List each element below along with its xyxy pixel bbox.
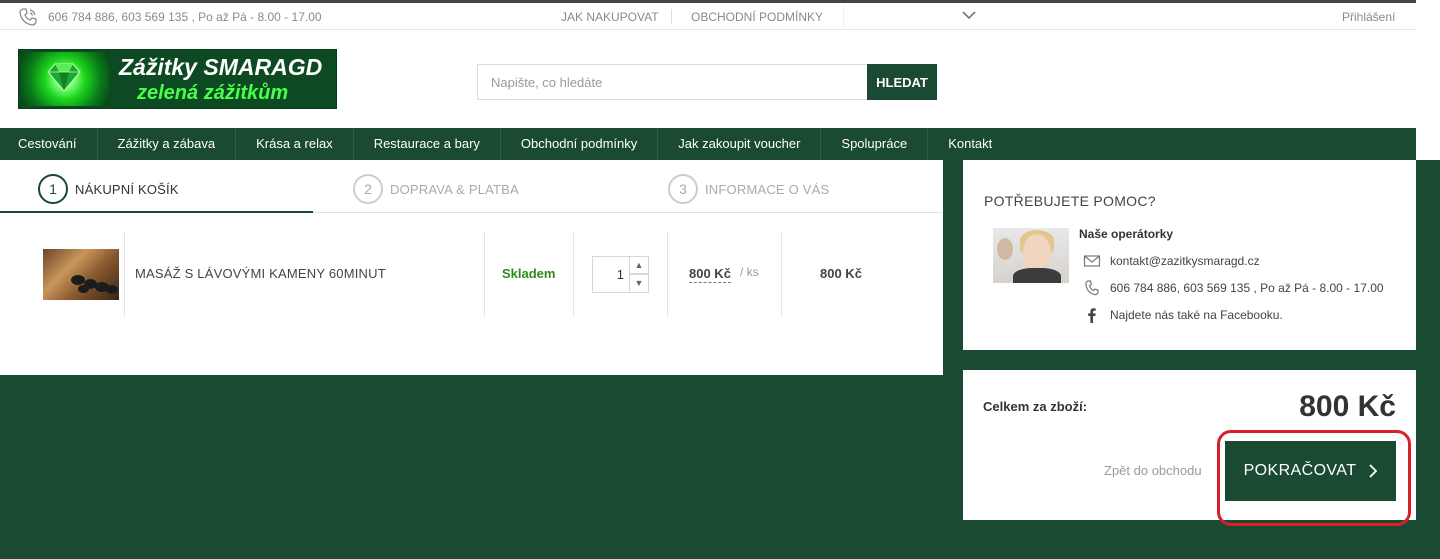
step-label: DOPRAVA & PLATBA: [390, 181, 519, 197]
cart-item-row: MASÁŽ S LÁVOVÝMI KAMENY 60MINUT Skladem …: [0, 232, 943, 316]
unit-price: 800 Kč: [689, 266, 731, 283]
help-email: kontakt@zazitkysmaragd.cz: [1083, 253, 1260, 269]
nav-item-spoluprace[interactable]: Spolupráce: [821, 128, 929, 160]
product-thumbnail[interactable]: [43, 249, 119, 300]
help-phone: 606 784 886, 603 569 135 , Po až Pá - 8.…: [1083, 280, 1384, 296]
nav-item-krasa[interactable]: Krása a relax: [236, 128, 354, 160]
top-bar: 606 784 886, 603 569 135 , Po až Pá - 8.…: [0, 3, 1440, 30]
main-nav: Cestování Zážitky a zábava Krása a relax…: [0, 128, 1416, 160]
phone-icon: [19, 8, 37, 26]
summary-label: Celkem za zboží:: [983, 399, 1088, 414]
step-number: 1: [38, 174, 68, 204]
step-cart[interactable]: 1 NÁKUPNÍ KOŠÍK: [38, 174, 179, 204]
back-to-shop-link[interactable]: Zpět do obchodu: [1104, 463, 1202, 478]
logo-title: Zážitky SMARAGD: [119, 54, 323, 80]
cart-panel: 1 NÁKUPNÍ KOŠÍK 2 DOPRAVA & PLATBA 3 INF…: [0, 160, 943, 375]
page-margin: [1416, 0, 1440, 160]
operator-photo: [993, 228, 1069, 283]
quantity-input[interactable]: [592, 256, 630, 293]
divider: [843, 6, 844, 28]
help-box: POTŘEBUJETE POMOC? Naše operátorky konta…: [963, 160, 1416, 350]
search-button[interactable]: HLEDAT: [867, 64, 937, 100]
step-info[interactable]: 3 INFORMACE O VÁS: [668, 174, 829, 204]
help-email-link[interactable]: kontakt@zazitkysmaragd.cz: [1110, 254, 1260, 268]
search-input[interactable]: [477, 64, 868, 100]
divider: [671, 9, 672, 24]
step-shipping[interactable]: 2 DOPRAVA & PLATBA: [353, 174, 519, 204]
nav-item-cestovani[interactable]: Cestování: [0, 128, 98, 160]
topbar-link-how-to-buy[interactable]: JAK NAKUPOVAT: [561, 10, 659, 24]
divider: [124, 232, 125, 316]
nav-item-podminky[interactable]: Obchodní podmínky: [501, 128, 659, 160]
line-total: 800 Kč: [820, 266, 862, 281]
active-step-underline: [0, 211, 313, 213]
nav-item-voucher[interactable]: Jak zakoupit voucher: [658, 128, 822, 160]
help-phone-text: 606 784 886, 603 569 135 , Po až Pá - 8.…: [1110, 281, 1384, 295]
phone-icon: [1085, 280, 1099, 296]
chevron-down-icon[interactable]: [962, 10, 976, 20]
help-subtitle: Naše operátorky: [1079, 227, 1174, 241]
divider: [781, 232, 782, 316]
quantity-increase-button[interactable]: ▲: [630, 256, 649, 274]
quantity-stepper: ▲ ▼: [592, 256, 650, 293]
divider: [667, 232, 668, 316]
help-facebook: Najdete nás také na Facebooku.: [1083, 307, 1283, 323]
step-number: 3: [668, 174, 698, 204]
unit-suffix: / ks: [740, 265, 759, 279]
envelope-icon: [1083, 255, 1101, 267]
help-facebook-link[interactable]: Najdete nás také na Facebooku.: [1110, 308, 1283, 322]
nav-item-kontakt[interactable]: Kontakt: [928, 128, 1012, 160]
step-label: INFORMACE O VÁS: [705, 181, 830, 197]
summary-total: 800 Kč: [1299, 390, 1396, 423]
stock-status: Skladem: [502, 266, 556, 281]
nav-item-zazitky[interactable]: Zážitky a zábava: [98, 128, 237, 160]
nav-item-restaurace[interactable]: Restaurace a bary: [354, 128, 501, 160]
topbar-link-terms[interactable]: OBCHODNÍ PODMÍNKY: [691, 10, 823, 24]
emerald-icon: [47, 63, 81, 92]
help-title: POTŘEBUJETE POMOC?: [984, 193, 1156, 209]
highlight-annotation: [1217, 430, 1411, 526]
divider: [484, 232, 485, 316]
step-number: 2: [353, 174, 383, 204]
facebook-icon: [1088, 308, 1096, 323]
step-label: NÁKUPNÍ KOŠÍK: [75, 181, 179, 197]
product-name[interactable]: MASÁŽ S LÁVOVÝMI KAMENY 60MINUT: [135, 266, 386, 281]
divider: [573, 232, 574, 316]
checkout-steps: 1 NÁKUPNÍ KOŠÍK 2 DOPRAVA & PLATBA 3 INF…: [0, 160, 943, 213]
quantity-decrease-button[interactable]: ▼: [630, 274, 649, 293]
site-logo[interactable]: Zážitky SMARAGD zelená zážitkům: [18, 49, 337, 109]
login-link[interactable]: Přihlášení: [1342, 10, 1395, 24]
logo-tagline: zelená zážitkům: [137, 82, 289, 104]
topbar-contact: 606 784 886, 603 569 135 , Po až Pá - 8.…: [48, 10, 322, 24]
